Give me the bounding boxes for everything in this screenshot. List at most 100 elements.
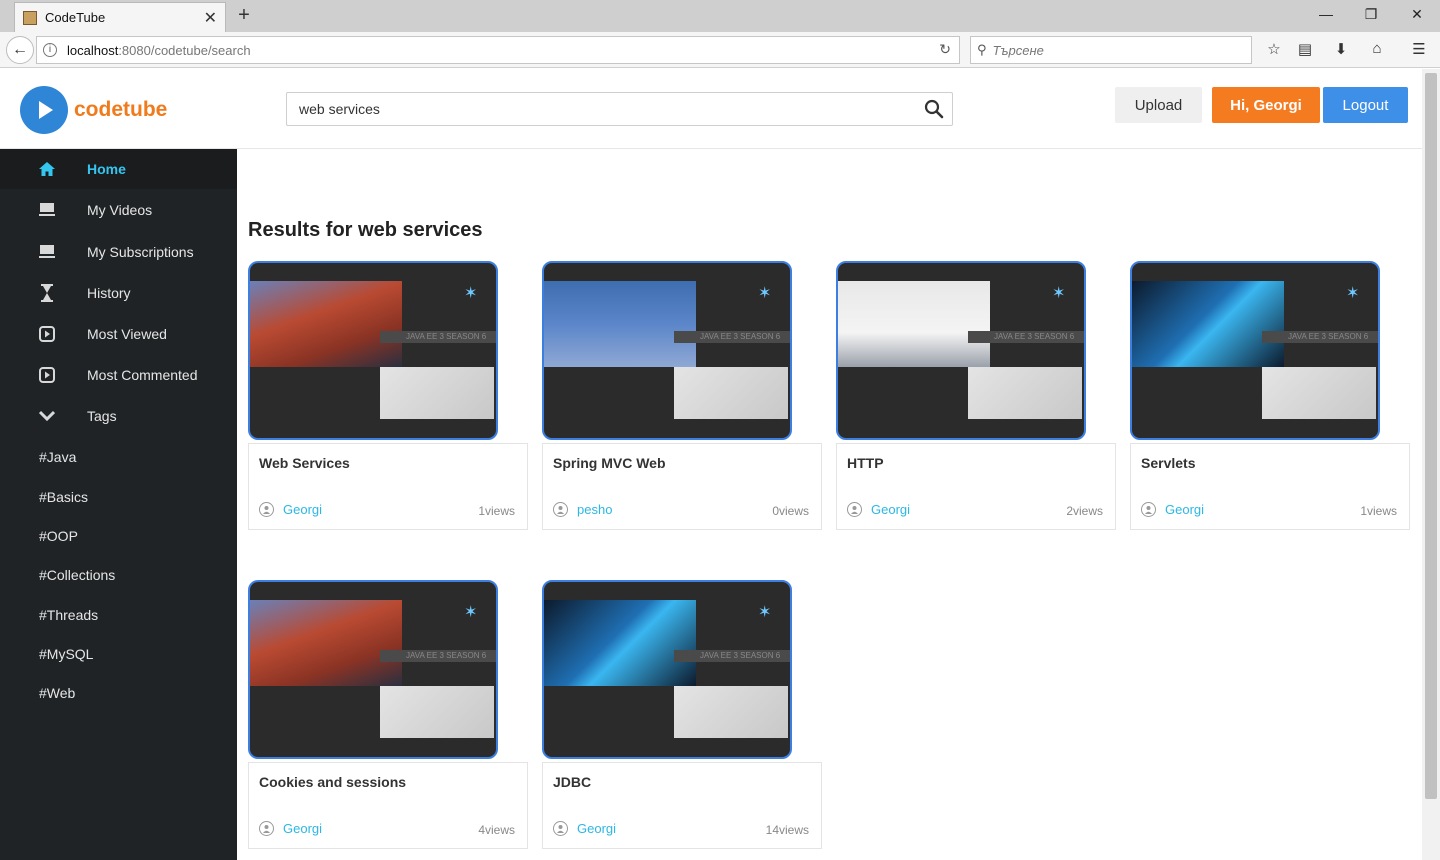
video-owner[interactable]: Georgi — [259, 502, 322, 517]
video-info: HTTP Georgi 2views — [836, 443, 1116, 530]
sidebar-item-label: Tags — [87, 408, 117, 424]
reload-icon[interactable]: ↻ — [939, 41, 951, 58]
view-count: 1views — [1360, 504, 1397, 518]
video-title[interactable]: Spring MVC Web — [553, 455, 666, 471]
whiteboard-image — [1262, 367, 1376, 419]
tag-link-basics[interactable]: #Basics — [39, 489, 88, 505]
close-window-button[interactable]: ✕ — [1407, 6, 1427, 23]
video-thumbnail[interactable]: JAVA EE 3 SEASON 6 ✶ — [248, 261, 498, 440]
view-count: 4views — [478, 823, 515, 837]
favicon-icon — [23, 10, 37, 25]
video-title[interactable]: JDBC — [553, 774, 591, 790]
owner-name: Georgi — [283, 502, 323, 517]
home-browser-icon[interactable]: ⌂ — [1367, 40, 1387, 57]
screen-capture — [250, 600, 402, 686]
owner-name: Georgi — [871, 502, 911, 517]
sidebar-item-history[interactable]: History — [0, 273, 237, 313]
video-thumbnail[interactable]: JAVA EE 3 SEASON 6 ✶ — [542, 261, 792, 440]
browser-tab-strip: CodeTube ✕ + — ❐ ✕ — [0, 0, 1440, 32]
address-bar[interactable]: i localhost:8080/codetube/search ↻ — [36, 36, 960, 64]
page-scrollbar[interactable] — [1422, 69, 1440, 860]
season-caption: JAVA EE 3 SEASON 6 — [674, 331, 790, 343]
video-thumbnail[interactable]: JAVA EE 3 SEASON 6 ✶ — [542, 580, 792, 759]
site-header: codetube web services Upload Hi, Georgi … — [0, 69, 1422, 149]
video-info: Servlets Georgi 1views — [1130, 443, 1410, 530]
screen-capture — [838, 281, 990, 367]
tag-link-web[interactable]: #Web — [39, 685, 75, 701]
upload-button[interactable]: Upload — [1115, 87, 1202, 123]
video-title[interactable]: Servlets — [1141, 455, 1195, 471]
logo-star-icon: ✶ — [758, 285, 772, 302]
sidebar-item-tags[interactable]: Tags — [0, 396, 237, 436]
site-logo[interactable]: codetube — [20, 86, 167, 134]
logo-star-icon: ✶ — [464, 604, 478, 621]
user-icon — [259, 502, 274, 517]
video-owner[interactable]: Georgi — [847, 502, 910, 517]
hourglass-icon — [37, 283, 57, 303]
video-info: Web Services Georgi 1views — [248, 443, 528, 530]
sidebar-item-my-videos[interactable]: My Videos — [0, 190, 237, 230]
sidebar: Home My Videos My Subscriptions History … — [0, 149, 237, 860]
owner-name: Georgi — [1165, 502, 1205, 517]
video-title[interactable]: HTTP — [847, 455, 884, 471]
video-thumbnail[interactable]: JAVA EE 3 SEASON 6 ✶ — [248, 580, 498, 759]
minimize-window-button[interactable]: — — [1316, 6, 1336, 22]
tag-link-mysql[interactable]: #MySQL — [39, 646, 93, 662]
owner-name: pesho — [577, 502, 613, 517]
monitor-icon — [37, 242, 57, 262]
video-owner[interactable]: Georgi — [259, 821, 322, 836]
browser-toolbar: ← i localhost:8080/codetube/search ↻ ⚲ Т… — [0, 32, 1440, 68]
back-button[interactable]: ← — [6, 36, 34, 64]
scrollbar-thumb[interactable] — [1425, 73, 1437, 799]
new-tab-button[interactable]: + — [234, 4, 254, 27]
bookmark-star-icon[interactable]: ☆ — [1264, 40, 1284, 58]
video-thumbnail[interactable]: JAVA EE 3 SEASON 6 ✶ — [1130, 261, 1380, 440]
search-button[interactable] — [916, 93, 952, 125]
home-icon — [37, 159, 57, 179]
tag-link-oop[interactable]: #OOP — [39, 528, 78, 544]
browser-search-placeholder: Търсене — [992, 42, 1044, 58]
restore-window-button[interactable]: ❐ — [1361, 6, 1381, 23]
info-icon[interactable]: i — [43, 43, 57, 57]
video-owner[interactable]: Georgi — [1141, 502, 1204, 517]
season-caption: JAVA EE 3 SEASON 6 — [380, 331, 496, 343]
season-caption: JAVA EE 3 SEASON 6 — [968, 331, 1084, 343]
user-greeting-button[interactable]: Hi, Georgi — [1212, 87, 1320, 123]
browser-tab[interactable]: CodeTube ✕ — [14, 2, 226, 32]
tag-link-collections[interactable]: #Collections — [39, 567, 115, 583]
tag-link-threads[interactable]: #Threads — [39, 607, 98, 623]
sidebar-item-my-subscriptions[interactable]: My Subscriptions — [0, 232, 237, 272]
sidebar-item-most-viewed[interactable]: Most Viewed — [0, 314, 237, 354]
video-title[interactable]: Cookies and sessions — [259, 774, 406, 790]
screen-capture — [544, 281, 696, 367]
screen-capture — [250, 281, 402, 367]
close-tab-icon[interactable]: ✕ — [204, 8, 217, 28]
url-path: :8080/codetube/search — [118, 42, 251, 58]
view-count: 14views — [765, 823, 809, 837]
search-value: web services — [299, 101, 380, 117]
whiteboard-image — [968, 367, 1082, 419]
video-thumbnail[interactable]: JAVA EE 3 SEASON 6 ✶ — [836, 261, 1086, 440]
sidebar-item-label: Most Viewed — [87, 326, 167, 342]
sidebar-item-most-commented[interactable]: Most Commented — [0, 355, 237, 395]
browser-search-field[interactable]: ⚲ Търсене — [970, 36, 1252, 64]
video-title[interactable]: Web Services — [259, 455, 350, 471]
view-count: 1views — [478, 504, 515, 518]
logout-button[interactable]: Logout — [1323, 87, 1408, 123]
tag-link-java[interactable]: #Java — [39, 449, 76, 465]
reading-list-icon[interactable]: ▤ — [1295, 40, 1315, 58]
sidebar-item-home[interactable]: Home — [0, 149, 237, 189]
site-search-input[interactable]: web services — [286, 92, 953, 126]
logo-star-icon: ✶ — [758, 604, 772, 621]
download-icon[interactable]: ⬇ — [1331, 40, 1351, 58]
video-owner[interactable]: pesho — [553, 502, 612, 517]
search-icon: ⚲ — [977, 42, 987, 57]
menu-icon[interactable]: ☰ — [1409, 40, 1429, 58]
user-icon — [259, 821, 274, 836]
season-caption: JAVA EE 3 SEASON 6 — [674, 650, 790, 662]
video-owner[interactable]: Georgi — [553, 821, 616, 836]
video-info: Cookies and sessions Georgi 4views — [248, 762, 528, 849]
logo-text: codetube — [74, 98, 168, 121]
logo-star-icon: ✶ — [1346, 285, 1360, 302]
user-icon — [847, 502, 862, 517]
